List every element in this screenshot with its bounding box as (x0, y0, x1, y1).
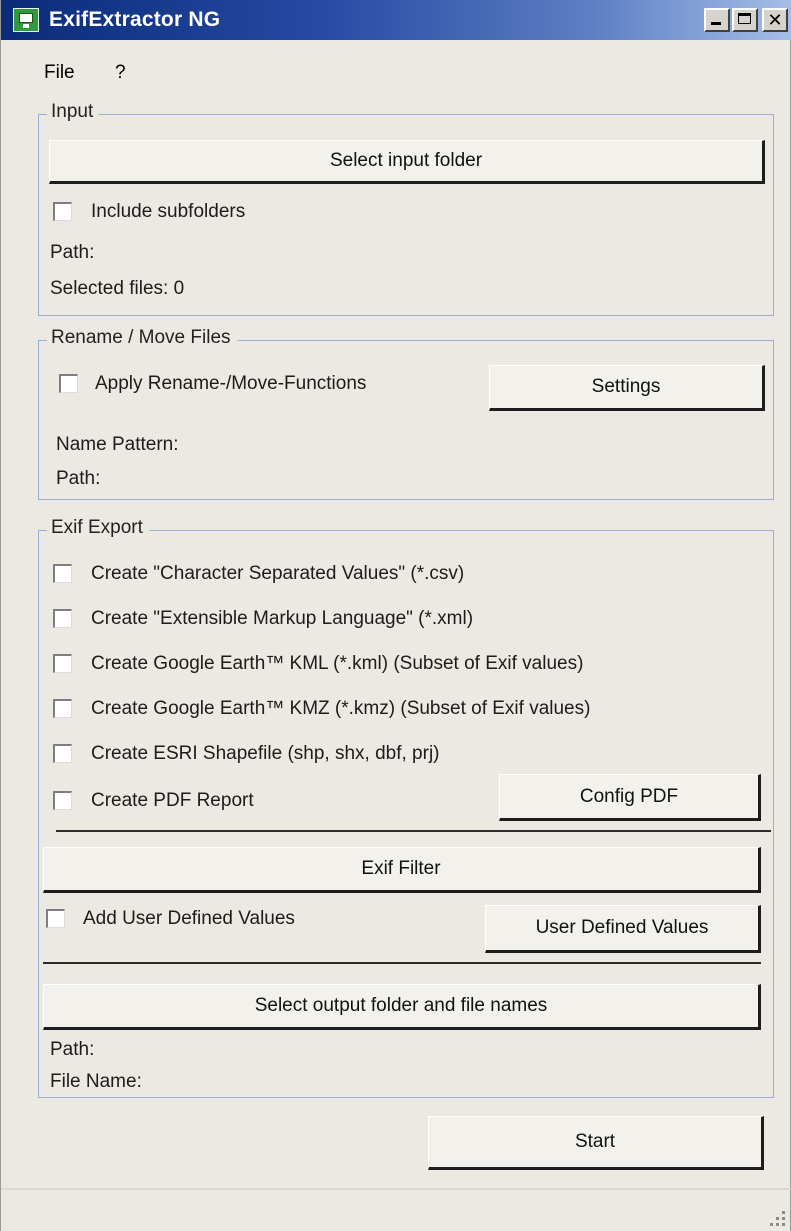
include-subfolders-label: Include subfolders (91, 201, 246, 222)
shapefile-label: Create ESRI Shapefile (shp, shx, dbf, pr… (91, 743, 440, 764)
export-divider-2 (43, 962, 761, 964)
kml-label: Create Google Earth™ KML (*.kml) (Subset… (91, 653, 584, 674)
selected-files-label: Selected files: 0 (50, 278, 185, 299)
exif-filter-button[interactable]: Exif Filter (43, 847, 761, 893)
menu-bar: File ? (1, 62, 791, 92)
window-title: ExifExtractor NG (49, 8, 221, 31)
title-bar[interactable]: ExifExtractor NG ✕ (1, 0, 791, 40)
csv-label: Create "Character Separated Values" (*.c… (91, 563, 465, 584)
include-subfolders-checkbox[interactable] (53, 202, 72, 221)
kmz-checkbox[interactable] (53, 699, 72, 718)
output-path-label: Path: (50, 1039, 95, 1060)
menu-file[interactable]: File (44, 62, 75, 84)
start-button[interactable]: Start (428, 1116, 764, 1170)
export-divider-1 (56, 830, 771, 832)
add-user-values-checkbox[interactable] (46, 909, 65, 928)
rename-settings-button[interactable]: Settings (489, 365, 765, 411)
input-path-label: Path: (50, 242, 95, 263)
input-group: Input Select input folder Include subfol… (38, 101, 774, 316)
config-pdf-button[interactable]: Config PDF (499, 774, 761, 821)
maximize-icon (738, 13, 751, 24)
shapefile-checkbox[interactable] (53, 744, 72, 763)
rename-move-legend: Rename / Move Files (47, 327, 237, 349)
resize-grip-icon[interactable] (770, 1211, 786, 1227)
rename-move-group: Rename / Move Files Apply Rename-/Move-F… (38, 327, 774, 500)
user-defined-values-button[interactable]: User Defined Values (485, 905, 761, 953)
minimize-button[interactable] (704, 8, 730, 32)
minimize-icon (711, 22, 721, 25)
close-button[interactable]: ✕ (762, 8, 788, 32)
rename-path-label: Path: (56, 468, 101, 489)
xml-checkbox[interactable] (53, 609, 72, 628)
pdf-report-checkbox[interactable] (53, 791, 72, 810)
exif-export-group: Exif Export Create "Character Separated … (38, 517, 774, 1098)
add-user-values-label: Add User Defined Values (83, 908, 295, 929)
name-pattern-label: Name Pattern: (56, 434, 179, 455)
kml-checkbox[interactable] (53, 654, 72, 673)
input-group-legend: Input (47, 101, 100, 123)
csv-checkbox[interactable] (53, 564, 72, 583)
main-window: ExifExtractor NG ✕ File ? Input Select i… (0, 0, 791, 1231)
xml-label: Create "Extensible Markup Language" (*.x… (91, 608, 474, 629)
pdf-report-label: Create PDF Report (91, 790, 254, 811)
menu-help[interactable]: ? (115, 62, 126, 84)
output-file-name-label: File Name: (50, 1071, 142, 1092)
select-input-folder-button[interactable]: Select input folder (49, 140, 765, 184)
apply-rename-checkbox[interactable] (59, 374, 78, 393)
status-strip (1, 1188, 791, 1190)
app-monitor-icon (13, 8, 39, 32)
apply-rename-label: Apply Rename-/Move-Functions (95, 373, 367, 394)
maximize-button[interactable] (732, 8, 758, 32)
kmz-label: Create Google Earth™ KMZ (*.kmz) (Subset… (91, 698, 591, 719)
exif-export-legend: Exif Export (47, 517, 149, 539)
select-output-folder-button[interactable]: Select output folder and file names (43, 984, 761, 1030)
close-icon: ✕ (767, 10, 783, 30)
